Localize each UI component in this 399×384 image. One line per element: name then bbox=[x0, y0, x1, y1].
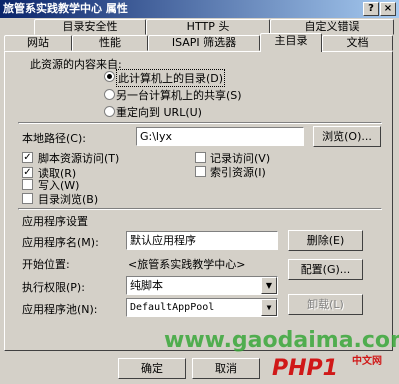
app-pool-value: DefaultAppPool bbox=[130, 302, 215, 313]
chevron-down-icon[interactable]: ▼ bbox=[261, 277, 277, 294]
title-bar: 旅管系实践教学中心 属性 ? × bbox=[0, 0, 399, 18]
radio-redirect-url-label[interactable]: 重定向到 URL(U) bbox=[116, 104, 202, 120]
browse-button[interactable]: 浏览(O)... bbox=[313, 126, 381, 147]
tab-documents[interactable]: 文档 bbox=[322, 35, 393, 51]
tab-isapi-filters[interactable]: ISAPI 筛选器 bbox=[148, 35, 260, 51]
checkbox-directory-browsing[interactable] bbox=[22, 193, 33, 204]
radio-network-share[interactable] bbox=[104, 89, 115, 100]
execute-permissions-value: 纯脚本 bbox=[130, 279, 163, 292]
watermark-brand-num: 1 bbox=[322, 356, 338, 381]
radio-redirect-url[interactable] bbox=[104, 106, 115, 117]
checkbox-script-source-access[interactable]: ✓ bbox=[22, 152, 33, 163]
radio-local-directory-label[interactable]: 此计算机上的目录(D) bbox=[116, 69, 226, 87]
divider-middle bbox=[18, 208, 382, 210]
start-point-label: 开始位置: bbox=[22, 258, 70, 271]
unload-button[interactable]: 卸载(L) bbox=[288, 294, 363, 315]
tab-performance[interactable]: 性能 bbox=[72, 35, 148, 51]
content-source-heading: 此资源的内容来自: bbox=[30, 58, 122, 71]
configure-button[interactable]: 配置(G)... bbox=[288, 259, 363, 280]
checkbox-log-visits[interactable] bbox=[195, 152, 206, 163]
window-title: 旅管系实践教学中心 属性 bbox=[3, 2, 128, 15]
app-settings-heading: 应用程序设置 bbox=[22, 215, 88, 228]
help-button[interactable]: ? bbox=[363, 2, 379, 16]
app-pool-label: 应用程序池(N): bbox=[22, 303, 98, 316]
index-resource-label: 索引资源(I) bbox=[210, 166, 266, 179]
app-name-input[interactable]: 默认应用程序 bbox=[126, 231, 278, 250]
local-path-input[interactable]: G:\lyx bbox=[136, 127, 304, 146]
radio-network-share-label[interactable]: 另一台计算机上的共享(S) bbox=[116, 87, 242, 103]
tab-http-headers[interactable]: HTTP 头 bbox=[146, 19, 270, 35]
tab-home-directory[interactable]: 主目录 bbox=[260, 33, 322, 52]
directory-browsing-label: 目录浏览(B) bbox=[38, 193, 99, 206]
chevron-down-icon[interactable]: ▼ bbox=[261, 299, 277, 316]
watermark-site: www.gaodaima.com bbox=[164, 328, 399, 353]
radio-local-directory[interactable] bbox=[104, 71, 115, 82]
close-button[interactable]: × bbox=[380, 2, 396, 16]
watermark-brand-text: PHP bbox=[272, 356, 323, 381]
cancel-button[interactable]: 取消 bbox=[192, 358, 260, 379]
checkbox-read[interactable]: ✓ bbox=[22, 167, 33, 178]
execute-permissions-label: 执行权限(P): bbox=[22, 281, 85, 294]
ok-button[interactable]: 确定 bbox=[118, 358, 186, 379]
local-path-label: 本地路径(C): bbox=[22, 132, 86, 145]
app-pool-select[interactable]: DefaultAppPool ▼ bbox=[126, 298, 278, 317]
app-name-label: 应用程序名(M): bbox=[22, 236, 99, 249]
watermark-brand: PHP1 bbox=[272, 356, 338, 381]
checkbox-write[interactable] bbox=[22, 179, 33, 190]
tab-website[interactable]: 网站 bbox=[4, 35, 72, 51]
remove-button[interactable]: 删除(E) bbox=[288, 230, 363, 251]
tab-directory-security[interactable]: 目录安全性 bbox=[34, 19, 146, 35]
divider-top bbox=[18, 122, 382, 124]
checkbox-index-resource[interactable] bbox=[195, 166, 206, 177]
execute-permissions-select[interactable]: 纯脚本 ▼ bbox=[126, 276, 278, 295]
start-point-value: <旅管系实践教学中心> bbox=[128, 258, 246, 271]
watermark-brand-cn: 中文网 bbox=[352, 356, 382, 367]
script-source-access-label: 脚本资源访问(T) bbox=[38, 152, 120, 165]
